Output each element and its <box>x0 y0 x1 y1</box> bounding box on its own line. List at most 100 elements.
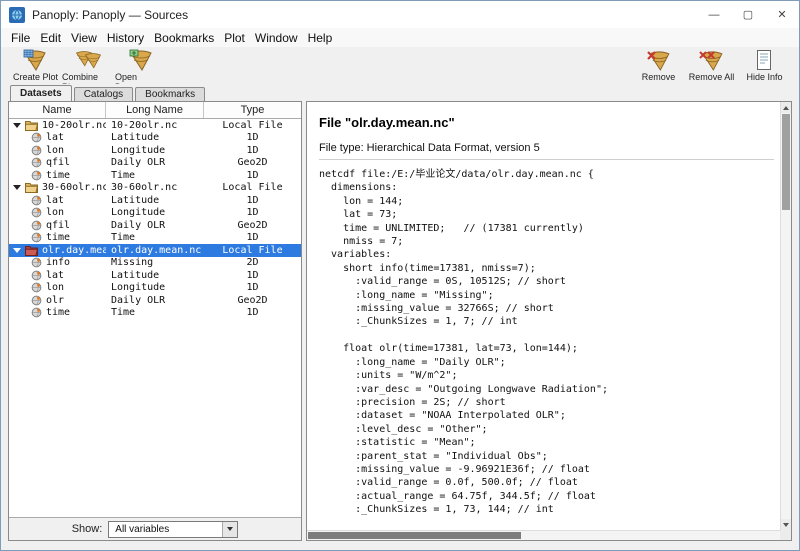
vertical-scrollbar[interactable] <box>780 102 791 530</box>
info-file-type: File type: Hierarchical Data Format, ver… <box>319 142 774 160</box>
remove-button[interactable]: Remove <box>632 48 685 82</box>
tree-row[interactable]: lonLongitude1D <box>9 144 301 157</box>
info-viewport: File "olr.day.mean.nc" File type: Hierar… <box>307 102 780 530</box>
cell-long-name: Daily OLR <box>106 295 204 306</box>
variable-icon <box>31 220 42 231</box>
info-file-title: File "olr.day.mean.nc" <box>319 115 780 130</box>
tree-row[interactable]: timeTime1D <box>9 169 301 182</box>
tree-row-label: lat <box>46 270 64 281</box>
netcdf-header-dump: netcdf file:/E:/毕业论文/data/olr.day.mean.n… <box>319 168 780 530</box>
info-panel: File "olr.day.mean.nc" File type: Hierar… <box>306 101 792 541</box>
cell-long-name: Latitude <box>106 270 204 281</box>
cell-name: 30-60olr.nc <box>9 182 106 193</box>
chevron-down-icon[interactable] <box>222 522 237 537</box>
tree-row[interactable]: 10-20olr.nc10-20olr.ncLocal File <box>9 119 301 132</box>
tab-bar: DatasetsCatalogsBookmarks <box>1 84 799 101</box>
column-header-type[interactable]: Type <box>204 102 301 118</box>
tree-row[interactable]: latLatitude1D <box>9 132 301 145</box>
tree-row-label: olr <box>46 295 64 306</box>
variable-icon <box>31 270 42 281</box>
tree-row-label: lon <box>46 145 64 156</box>
menu-help[interactable]: Help <box>303 31 338 45</box>
toolbar: Create PlotCombine PlotOpen Dataset Remo… <box>1 47 799 84</box>
tree-row[interactable]: 30-60olr.nc30-60olr.ncLocal File <box>9 182 301 195</box>
cell-name: olr.day.mea... <box>9 245 106 256</box>
tree-row-label: lat <box>46 195 64 206</box>
menu-bookmarks[interactable]: Bookmarks <box>149 31 219 45</box>
column-header-long-name[interactable]: Long Name <box>106 102 204 118</box>
tab-bookmarks[interactable]: Bookmarks <box>135 87 205 101</box>
menu-plot[interactable]: Plot <box>219 31 250 45</box>
cell-name: lat <box>9 270 106 281</box>
tree-row-label: olr.day.mea... <box>42 245 106 256</box>
dataset-icon <box>25 182 38 193</box>
dataset-tree: 10-20olr.nc10-20olr.ncLocal File lat Latit… <box>9 119 301 517</box>
expander-icon[interactable] <box>13 248 21 253</box>
minimize-button[interactable]: — <box>697 1 731 28</box>
cell-name: lon <box>9 207 106 218</box>
tree-row-label: qfil <box>46 157 70 168</box>
variable-icon <box>31 132 42 143</box>
window-controls: — ▢ ✕ <box>697 1 799 28</box>
tab-datasets[interactable]: Datasets <box>10 85 72 101</box>
scroll-up-icon[interactable] <box>781 102 791 113</box>
tree-row-label: qfil <box>46 220 70 231</box>
menu-history[interactable]: History <box>102 31 149 45</box>
cell-long-name: Longitude <box>106 145 204 156</box>
tree-row[interactable]: infoMissing2D <box>9 257 301 270</box>
variable-icon <box>31 257 42 268</box>
expander-icon[interactable] <box>13 185 21 190</box>
tree-row[interactable]: lat Latitude1D <box>9 269 301 282</box>
tree-row[interactable]: lonLongitude1D <box>9 207 301 220</box>
cell-name: lon <box>9 145 106 156</box>
remove-all-button[interactable]: Remove All <box>685 48 738 82</box>
variable-icon <box>31 232 42 243</box>
titlebar: Panoply: Panoply — Sources — ▢ ✕ <box>1 1 799 28</box>
close-button[interactable]: ✕ <box>765 1 799 28</box>
horizontal-scrollbar-thumb[interactable] <box>308 532 521 539</box>
vertical-scrollbar-thumb[interactable] <box>782 114 790 210</box>
tree-row[interactable]: qfilDaily OLRGeo2D <box>9 219 301 232</box>
variable-icon <box>31 307 42 318</box>
show-variables-select[interactable]: All variables <box>108 521 238 538</box>
cell-name: time <box>9 170 106 181</box>
cell-name: info <box>9 257 106 268</box>
cell-type: 1D <box>204 270 301 281</box>
tab-catalogs[interactable]: Catalogs <box>74 87 133 101</box>
tree-row-label: time <box>46 170 70 181</box>
horizontal-scrollbar[interactable] <box>307 530 780 540</box>
cell-name: olr <box>9 295 106 306</box>
hide-info-button[interactable]: Hide Info <box>738 48 791 82</box>
cell-name: 10-20olr.nc <box>9 120 106 131</box>
tree-row[interactable]: latLatitude1D <box>9 194 301 207</box>
menu-edit[interactable]: Edit <box>35 31 66 45</box>
hide-info-icon <box>752 49 777 72</box>
tree-row[interactable]: timeTime1D <box>9 307 301 320</box>
tree-row[interactable]: qfilDaily OLRGeo2D <box>9 157 301 170</box>
tree-row[interactable]: timeTime1D <box>9 232 301 245</box>
column-header-name[interactable]: Name <box>9 102 106 118</box>
cell-long-name: Longitude <box>106 207 204 218</box>
tree-row[interactable]: olr.day.mea...olr.day.mean.ncLocal File <box>9 244 301 257</box>
dataset-icon <box>25 120 38 131</box>
tree-row[interactable]: olr Daily OLRGeo2D <box>9 294 301 307</box>
remove-icon <box>646 49 671 72</box>
cell-long-name: Time <box>106 170 204 181</box>
tree-row-label: 10-20olr.nc <box>42 120 106 131</box>
cell-long-name: Daily OLR <box>106 157 204 168</box>
cell-long-name: olr.day.mean.nc <box>106 245 204 256</box>
cell-long-name: Missing <box>106 257 204 268</box>
cell-type: Geo2D <box>204 295 301 306</box>
cell-type: Local File <box>204 245 301 256</box>
cell-long-name: Latitude <box>106 195 204 206</box>
menu-window[interactable]: Window <box>250 31 303 45</box>
scroll-down-icon[interactable] <box>781 519 791 530</box>
cell-long-name: 30-60olr.nc <box>106 182 204 193</box>
tree-row[interactable]: lonLongitude1D <box>9 282 301 295</box>
toolbar-button-label: Create Plot <box>13 72 58 82</box>
cell-name: time <box>9 232 106 243</box>
menu-file[interactable]: File <box>6 31 35 45</box>
maximize-button[interactable]: ▢ <box>731 1 765 28</box>
expander-icon[interactable] <box>13 123 21 128</box>
menu-view[interactable]: View <box>66 31 102 45</box>
